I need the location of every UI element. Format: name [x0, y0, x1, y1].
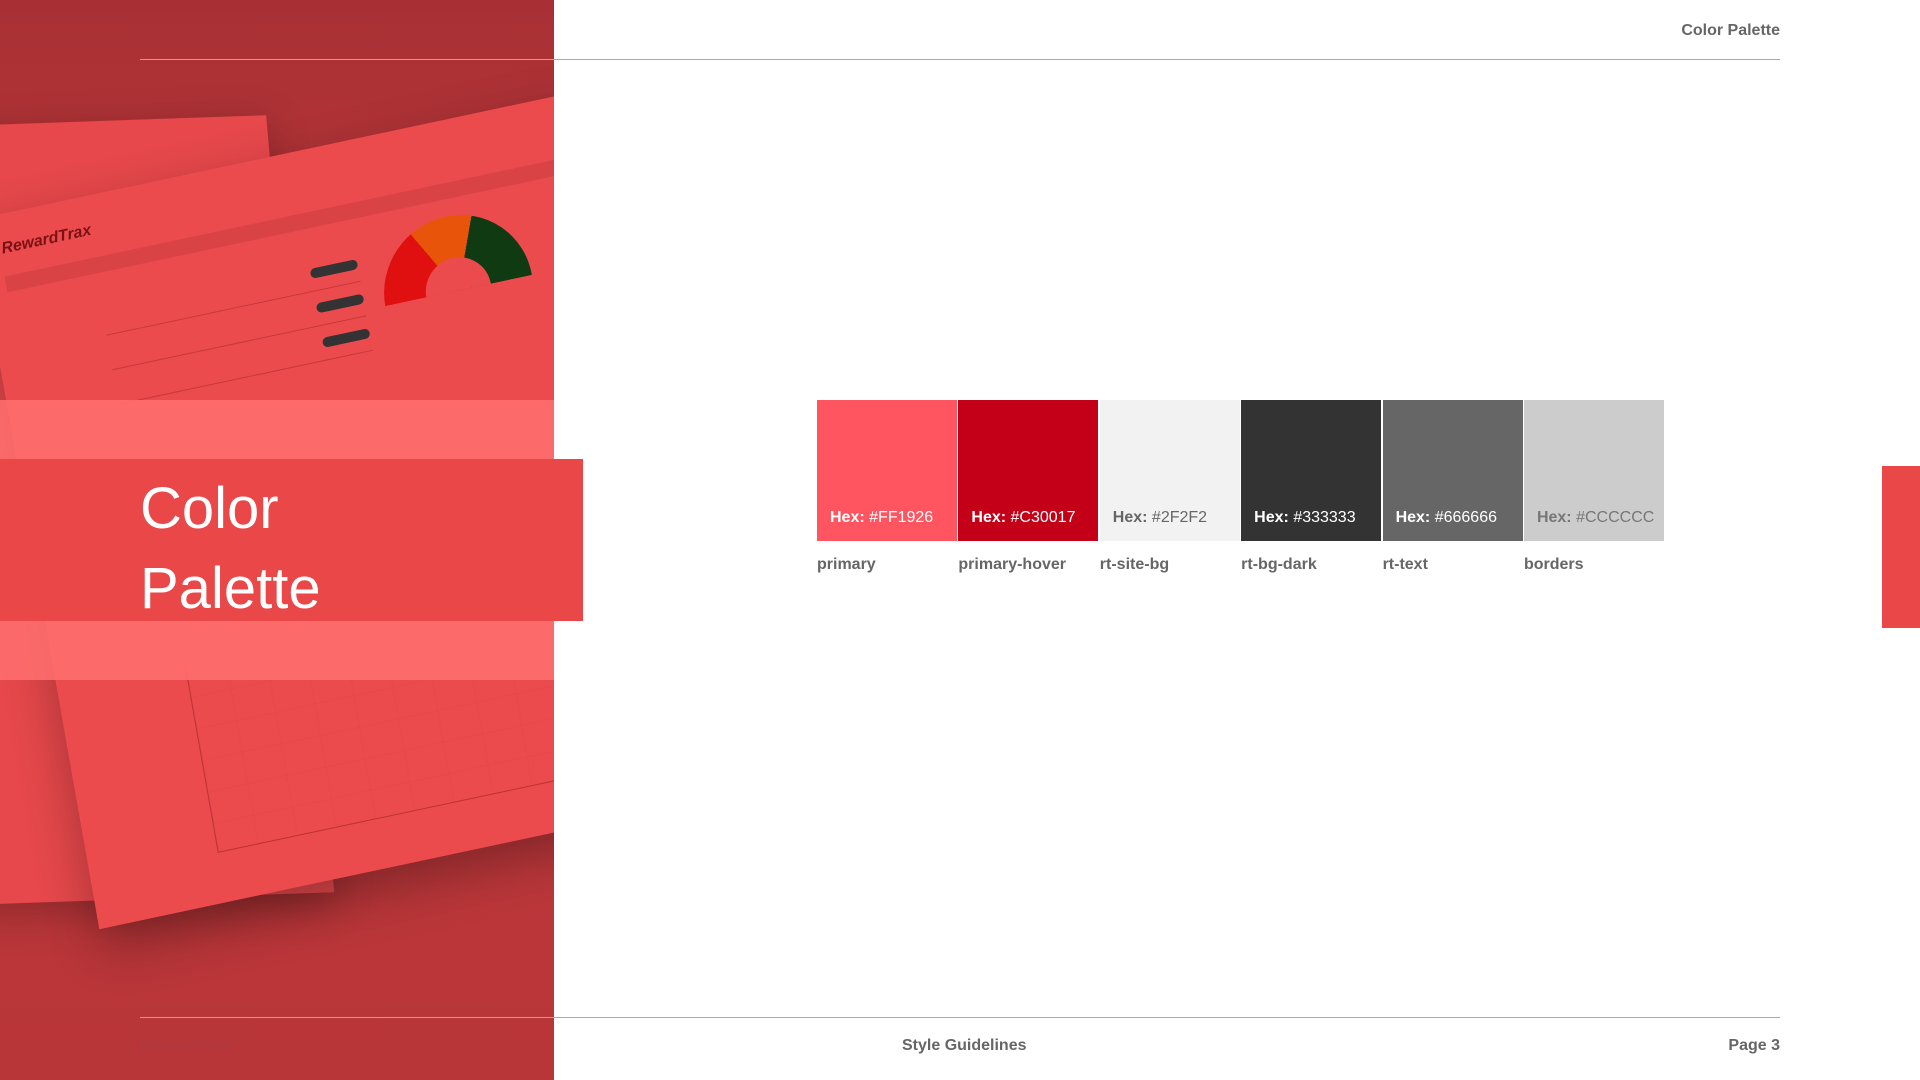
mockup-pill: [309, 259, 359, 279]
color-swatch: Hex: #333333 rt-bg-dark: [1241, 400, 1382, 574]
color-chip: Hex: #CCCCCC: [1523, 400, 1664, 541]
swatch-name: rt-bg-dark: [1241, 556, 1317, 573]
hex-label: Hex: #333333: [1254, 509, 1355, 527]
color-swatch: Hex: #CCCCCC borders: [1523, 400, 1665, 574]
color-swatch: Hex: #666666 rt-text: [1382, 400, 1524, 574]
swatch-name: primary-hover: [958, 556, 1066, 573]
hex-label: Hex: #CCCCCC: [1537, 509, 1654, 527]
swatch-name: rt-text: [1382, 556, 1428, 573]
hex-prefix: Hex:: [1395, 509, 1431, 526]
color-swatch: Hex: #2F2F2 rt-site-bg: [1099, 400, 1241, 574]
color-chip: Hex: #333333: [1241, 400, 1382, 541]
mockup-row: [118, 349, 373, 405]
color-swatch-list: Hex: #FF1926 primary Hex: #C30017 primary-h…: [817, 400, 1665, 574]
color-swatch: Hex: #FF1926 primary: [817, 400, 958, 574]
footer-divider: [140, 1017, 1780, 1018]
hex-value: #333333: [1293, 509, 1356, 526]
footer-brand: RewardTrax: [140, 1037, 231, 1054]
section-title-line2: Palette: [140, 556, 321, 621]
swatch-name: borders: [1523, 556, 1584, 573]
hex-prefix: Hex:: [830, 509, 865, 526]
hex-value: #CCCCCC: [1576, 509, 1655, 526]
color-chip: Hex: #666666: [1382, 400, 1523, 541]
accent-side-tab: [1882, 466, 1920, 628]
mockup-pill: [315, 293, 365, 314]
swatch-name: rt-site-bg: [1099, 556, 1170, 573]
header-title: Color Palette: [1681, 22, 1780, 39]
hex-prefix: Hex:: [1254, 509, 1289, 526]
color-chip: Hex: #2F2F2: [1099, 400, 1240, 541]
color-swatch: Hex: #C30017 primary-hover: [958, 400, 1099, 574]
hex-label: Hex: #2F2F2: [1113, 509, 1207, 527]
hex-value: #C30017: [1010, 509, 1076, 526]
hex-value: #666666: [1434, 509, 1497, 526]
color-chip: Hex: #FF1926: [817, 400, 957, 541]
color-chip: Hex: #C30017: [958, 400, 1099, 541]
mockup-pill: [321, 328, 371, 348]
header-divider: [140, 59, 1780, 60]
footer-doc-title: Style Guidelines: [902, 1037, 1027, 1054]
hex-label: Hex: #C30017: [971, 509, 1075, 527]
hex-prefix: Hex:: [1536, 509, 1572, 526]
hex-prefix: Hex:: [1112, 509, 1148, 526]
hex-label: Hex: #666666: [1396, 509, 1497, 527]
hex-prefix: Hex:: [971, 509, 1007, 526]
hex-value: #2F2F2: [1151, 509, 1208, 526]
mockup-logo: RewardTrax: [0, 221, 93, 258]
hex-label: Hex: #FF1926: [830, 509, 933, 527]
section-title-box: Color Palette: [0, 459, 583, 621]
mockup-gauge: [372, 201, 532, 307]
swatch-name: primary: [817, 556, 876, 573]
footer-page-number: Page 3: [1728, 1037, 1780, 1054]
hex-value: #FF1926: [869, 509, 934, 526]
section-title-line1: Color: [140, 476, 279, 541]
